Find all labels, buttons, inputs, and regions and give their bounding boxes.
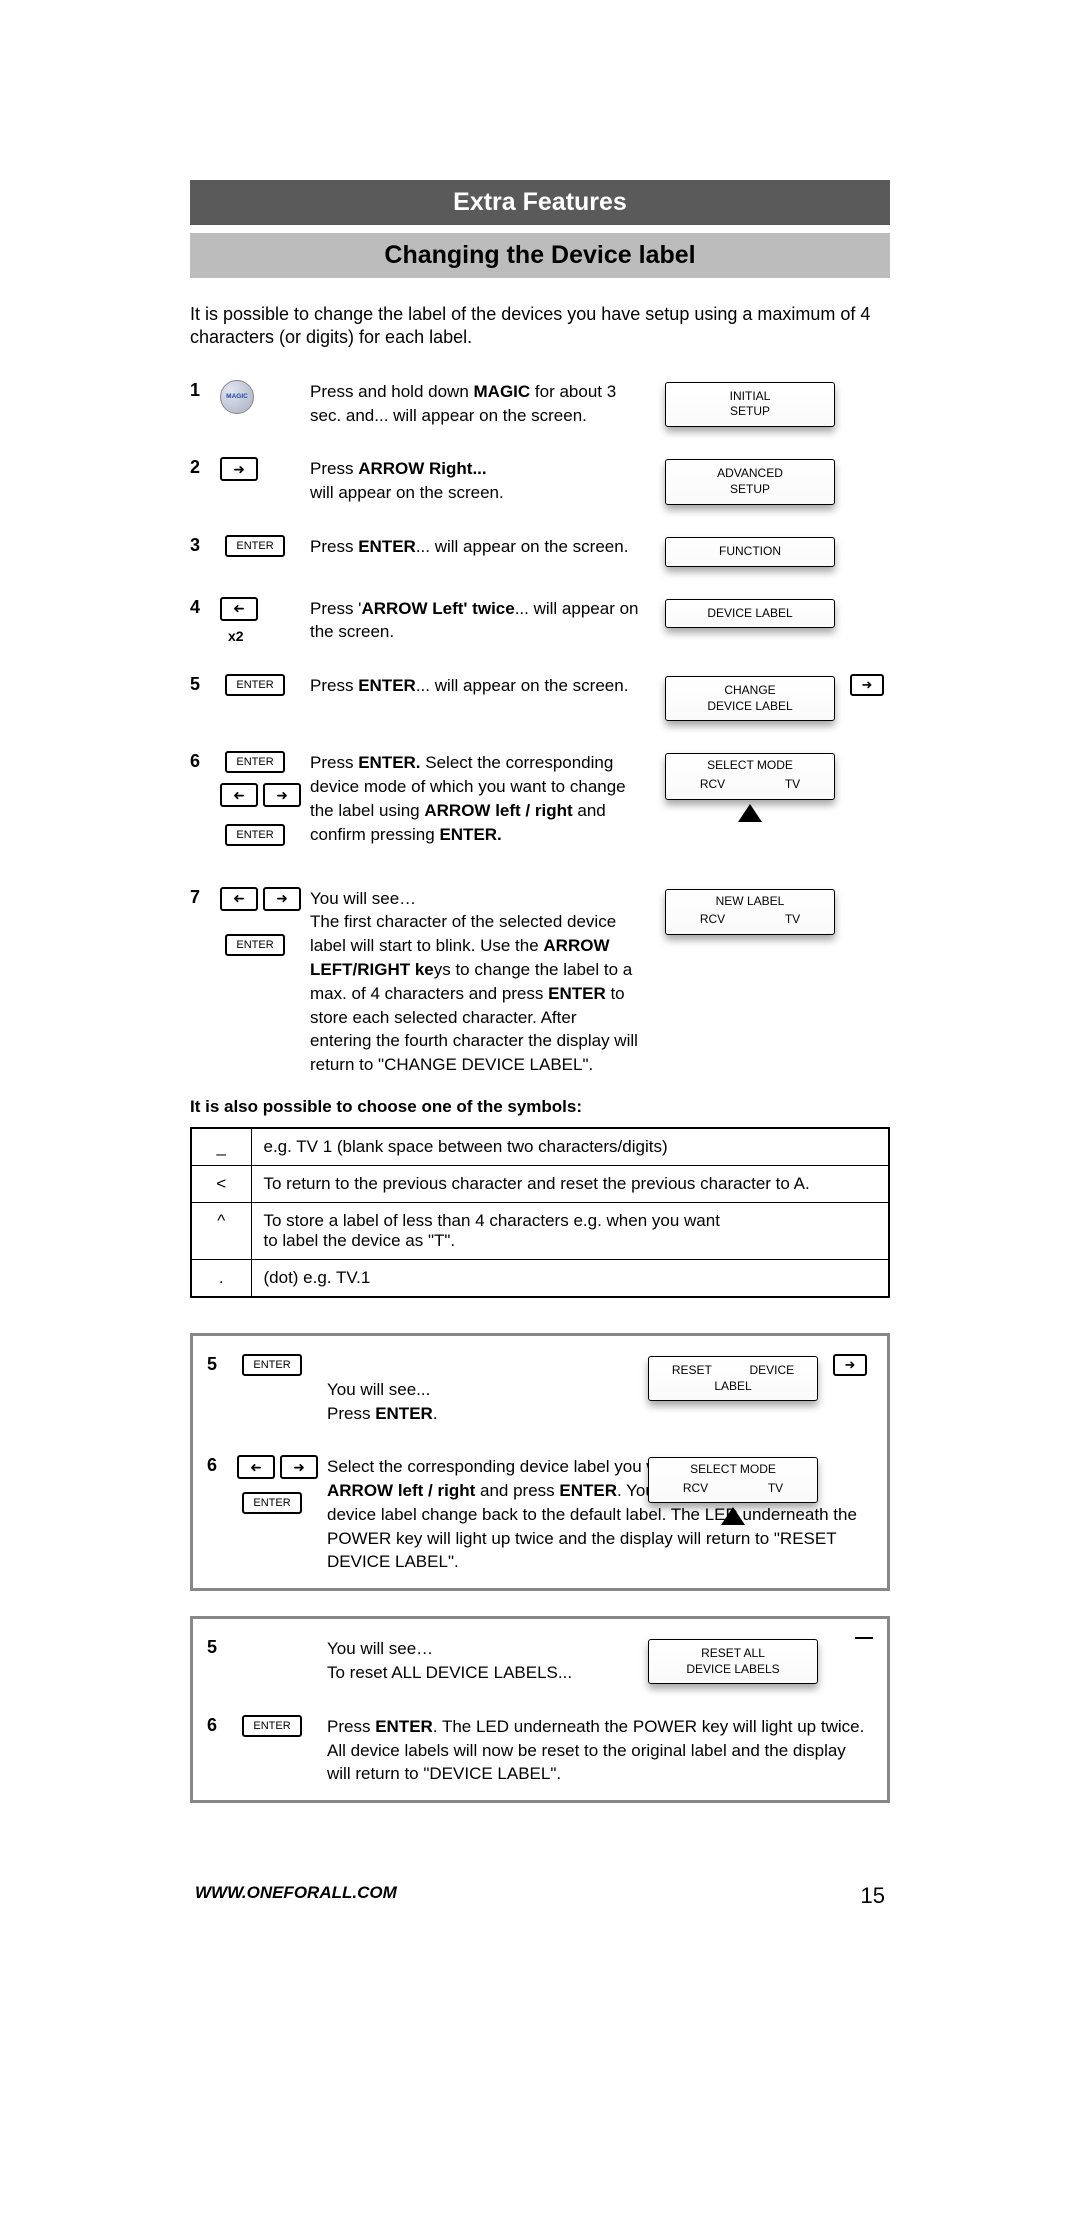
step-row: 7 ENTER You will see… The first characte… [190, 887, 890, 1077]
step-row: 6 ENTER Select the corresponding device … [207, 1455, 873, 1574]
step-text: Press ENTER... will appear on the screen… [310, 674, 650, 698]
screen-display: CHANGE DEVICE LABEL [665, 676, 835, 721]
arrow-right-key-icon [280, 1455, 318, 1479]
enter-key-icon: ENTER [225, 535, 285, 557]
step-number: 4 [190, 597, 220, 618]
step-number: 3 [190, 535, 220, 556]
step-number: 2 [190, 457, 220, 478]
step-row: 5 You will see… To reset ALL DEVICE LABE… [207, 1637, 873, 1685]
magic-button-icon: MAGIC [220, 380, 254, 414]
page-footer: WWW.ONEFORALL.COM 15 [190, 1883, 890, 1909]
arrow-right-key-icon [220, 457, 258, 481]
step-row: 6 ENTER ENTER Press ENTER. Select the co… [190, 751, 890, 846]
enter-key-icon: ENTER [242, 1354, 302, 1376]
step-number: 6 [207, 1455, 237, 1476]
step-text: Press ENTER... will appear on the screen… [310, 535, 650, 559]
screen-display: INITIAL SETUP [665, 382, 835, 427]
triangle-up-icon [738, 804, 762, 822]
symbols-heading: It is also possible to choose one of the… [190, 1097, 890, 1117]
step-number: 5 [190, 674, 220, 695]
arrow-right-key-icon [263, 887, 301, 911]
step-text: Press 'ARROW Left' twice... will appear … [310, 597, 650, 645]
enter-key-icon: ENTER [225, 674, 285, 696]
step-text: Press ENTER. Select the corresponding de… [310, 751, 650, 846]
table-row: .(dot) e.g. TV.1 [191, 1259, 889, 1297]
step-row: 3 ENTER Press ENTER... will appear on th… [190, 535, 890, 567]
screen-display: ADVANCED SETUP [665, 459, 835, 504]
enter-key-icon: ENTER [242, 1715, 302, 1737]
table-row: ^To store a label of less than 4 charact… [191, 1202, 889, 1259]
step-text: Press ENTER. The LED underneath the POWE… [327, 1715, 873, 1786]
reset-all-labels-box: 5 You will see… To reset ALL DEVICE LABE… [190, 1616, 890, 1803]
intro-text: It is possible to change the label of th… [190, 303, 890, 350]
step-number: 6 [190, 751, 220, 772]
step-number: 7 [190, 887, 220, 908]
step-text: Press and hold down MAGIC for about 3 se… [310, 380, 650, 428]
step-text: Press ARROW Right... will appear on the … [310, 457, 650, 505]
footer-page-number: 15 [861, 1883, 885, 1909]
enter-key-icon: ENTER [242, 1492, 302, 1514]
reset-device-label-box: 5 ENTER You will see... Press ENTER. RES… [190, 1333, 890, 1591]
arrow-left-key-icon [220, 887, 258, 911]
step-number: 6 [207, 1715, 237, 1736]
step-number: 5 [207, 1354, 237, 1375]
screen-display: NEW LABEL RCV TV [665, 889, 835, 935]
screen-display: FUNCTION [665, 537, 835, 567]
symbols-table: _e.g. TV 1 (blank space between two char… [190, 1127, 890, 1298]
step-number: 1 [190, 380, 220, 401]
step-text: You will see… To reset ALL DEVICE LABELS… [327, 1637, 633, 1685]
table-row: <To return to the previous character and… [191, 1165, 889, 1202]
enter-key-icon: ENTER [225, 824, 285, 846]
arrow-left-key-icon [220, 783, 258, 807]
arrow-right-key-icon [263, 783, 301, 807]
screen-display: SELECT MODE RCV TV [648, 1457, 818, 1503]
footer-url: WWW.ONEFORALL.COM [195, 1883, 397, 1909]
step-number: 5 [207, 1637, 237, 1658]
screen-display: RESET DEVICE LABEL [648, 1356, 818, 1401]
heading-changing-device-label: Changing the Device label [190, 233, 890, 278]
connector-line-icon [855, 1637, 873, 1639]
step-row: 5 ENTER Press ENTER... will appear on th… [190, 674, 890, 721]
step-text: You will see... Press ENTER. [327, 1354, 633, 1425]
x2-label: x2 [228, 628, 244, 644]
enter-key-icon: ENTER [225, 751, 285, 773]
arrow-left-key-icon [237, 1455, 275, 1479]
screen-display: SELECT MODE RCV TV [665, 753, 835, 799]
screen-display: RESET ALL DEVICE LABELS [648, 1639, 818, 1684]
step-text: You will see… The first character of the… [310, 887, 650, 1077]
triangle-up-icon [721, 1507, 745, 1525]
step-row: 5 ENTER You will see... Press ENTER. RES… [207, 1354, 873, 1425]
heading-extra-features: Extra Features [190, 180, 890, 225]
step-row: 1 MAGIC Press and hold down MAGIC for ab… [190, 380, 890, 428]
arrow-left-key-icon [220, 597, 258, 621]
step-row: 4 x2 Press 'ARROW Left' twice... will ap… [190, 597, 890, 645]
arrow-right-connector-icon [833, 1354, 867, 1376]
step-row: 2 Press ARROW Right... will appear on th… [190, 457, 890, 505]
step-row: 6 ENTER Press ENTER. The LED underneath … [207, 1715, 873, 1786]
arrow-right-connector-icon [850, 674, 884, 696]
enter-key-icon: ENTER [225, 934, 285, 956]
table-row: _e.g. TV 1 (blank space between two char… [191, 1128, 889, 1166]
screen-display: DEVICE LABEL [665, 599, 835, 629]
